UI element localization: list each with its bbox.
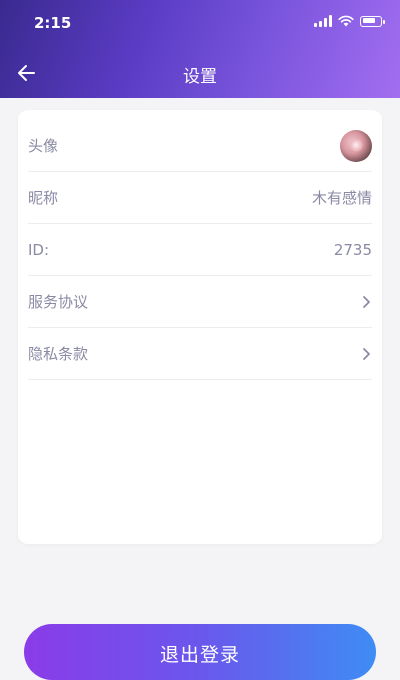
status-time: 2:15 [34, 14, 72, 32]
logout-button[interactable]: 退出登录 [24, 624, 376, 680]
avatar-row[interactable]: 头像 [28, 120, 372, 172]
nickname-row[interactable]: 昵称 木有感情 [28, 172, 372, 224]
battery-icon [360, 15, 385, 27]
id-row: ID: 2735 [28, 224, 372, 276]
chevron-right-icon [363, 347, 370, 360]
signal-icon [314, 15, 332, 27]
row-label: 昵称 [28, 189, 59, 207]
row-label: ID: [28, 240, 50, 259]
settings-card: 头像 昵称 木有感情 ID: 2735 服务协议 隐私条款 [18, 110, 382, 544]
avatar[interactable] [340, 129, 372, 162]
chevron-right-icon [363, 295, 370, 308]
nav-bar: 设置 [0, 50, 400, 94]
header: 2:15 设置 [0, 0, 400, 98]
row-label: 头像 [28, 137, 59, 155]
page-title: 设置 [183, 67, 217, 87]
wifi-icon [338, 15, 354, 27]
row-label: 隐私条款 [28, 345, 89, 363]
status-bar: 2:15 [0, 0, 400, 44]
row-label: 服务协议 [28, 293, 89, 311]
status-icons [314, 15, 385, 27]
privacy-policy-row[interactable]: 隐私条款 [28, 328, 372, 380]
nickname-value: 木有感情 [311, 189, 372, 207]
id-value: 2735 [333, 240, 372, 259]
service-agreement-row[interactable]: 服务协议 [28, 276, 372, 328]
